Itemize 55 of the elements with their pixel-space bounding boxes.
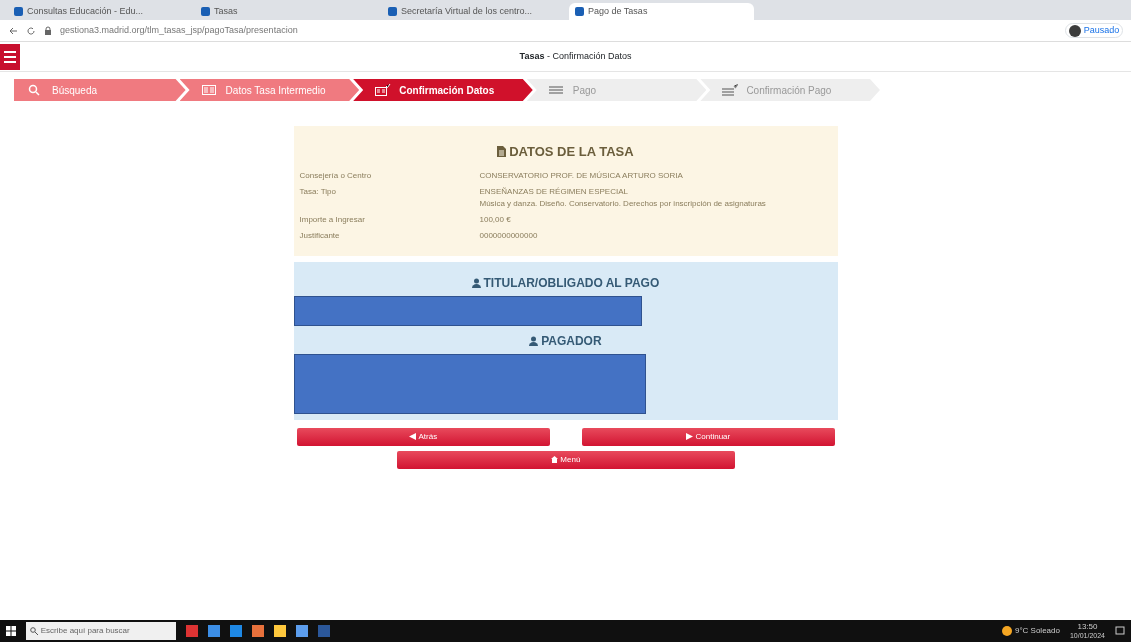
- notification-icon: [1115, 626, 1125, 636]
- field-value: 0000000000000: [479, 229, 538, 242]
- browser-tab[interactable]: Secretaría Virtual de los centro...: [382, 3, 567, 20]
- taskbar-app-icon[interactable]: [252, 625, 264, 637]
- taskbar-app-icon[interactable]: [186, 625, 198, 637]
- field-label: Justificante: [299, 229, 341, 242]
- continue-button[interactable]: Continuar: [581, 427, 835, 446]
- field-label: Tasa: Tipo: [299, 185, 337, 198]
- lines-check-icon: [722, 84, 739, 96]
- field-label: Importe a Ingresar: [299, 213, 366, 226]
- sun-icon: [1002, 626, 1013, 636]
- person-icon: [471, 277, 481, 288]
- wizard-step[interactable]: Pago: [526, 79, 707, 101]
- field-value: ENSEÑANZAS DE RÉGIMEN ESPECIAL: [479, 185, 629, 198]
- person-icon: [529, 335, 539, 346]
- section-heading: PAGADOR: [541, 332, 602, 350]
- reload-icon: [26, 25, 36, 36]
- form-check-icon: [375, 84, 392, 96]
- field-value: Música y danza. Diseño. Conservatorio. Derechos por inscripción de asignaturas: [479, 197, 766, 210]
- taskbar-app-icon[interactable]: [208, 625, 220, 637]
- back-icon: [8, 25, 18, 36]
- document-icon: [497, 146, 507, 158]
- search-icon: [30, 627, 38, 635]
- wizard-step[interactable]: Búsqueda: [14, 79, 186, 101]
- taskbar-app-icon[interactable]: [274, 625, 286, 637]
- home-icon: [550, 456, 558, 463]
- taskbar-app-icon[interactable]: [230, 625, 242, 637]
- page-title: Tasas - Confirmación Datos: [518, 49, 633, 63]
- wizard-step[interactable]: Confirmación Pago: [700, 79, 880, 101]
- section-heading: DATOS DE LA TASA: [509, 143, 634, 161]
- menu-button[interactable]: Menú: [396, 450, 735, 469]
- field-value: CONSERVATORIO PROF. DE MÚSICA ARTURO SORIA: [479, 169, 683, 182]
- left-arrow-icon: [408, 433, 416, 440]
- taskbar-app-icon[interactable]: [318, 625, 330, 637]
- back-button[interactable]: Atrás: [296, 427, 550, 446]
- wizard-step[interactable]: Datos Tasa Intermedio: [179, 79, 360, 101]
- lock-icon: [44, 25, 52, 36]
- field-label: Consejería o Centro: [299, 169, 373, 182]
- lines-icon: [548, 84, 565, 96]
- browser-tab[interactable]: Pago de Tasas: [569, 3, 754, 20]
- menu-icon[interactable]: [0, 43, 20, 70]
- weather-widget[interactable]: 9°C Soleado: [1002, 625, 1060, 637]
- taskbar-app-icon[interactable]: [296, 625, 308, 637]
- form-icon: [201, 84, 218, 96]
- avatar-icon: [1068, 24, 1081, 37]
- taskbar-search-field[interactable]: Escribe aquí para buscar: [26, 622, 176, 640]
- browser-tab[interactable]: Tasas: [195, 3, 380, 20]
- right-arrow-icon: [685, 433, 693, 440]
- field-value: 100,00 €: [479, 213, 511, 226]
- wizard-step[interactable]: Confirmación Datos: [353, 79, 533, 101]
- url-text[interactable]: gestiona3.madrid.org/tlm_tasas_jsp/pagoTasa/presentacion: [60, 23, 1058, 38]
- windows-icon: [6, 626, 16, 636]
- browser-tab[interactable]: Consultas Educación - Edu...: [8, 3, 193, 20]
- clock-time: 13:50: [1076, 622, 1099, 631]
- section-heading: TITULAR/OBLIGADO AL PAGO: [483, 274, 660, 292]
